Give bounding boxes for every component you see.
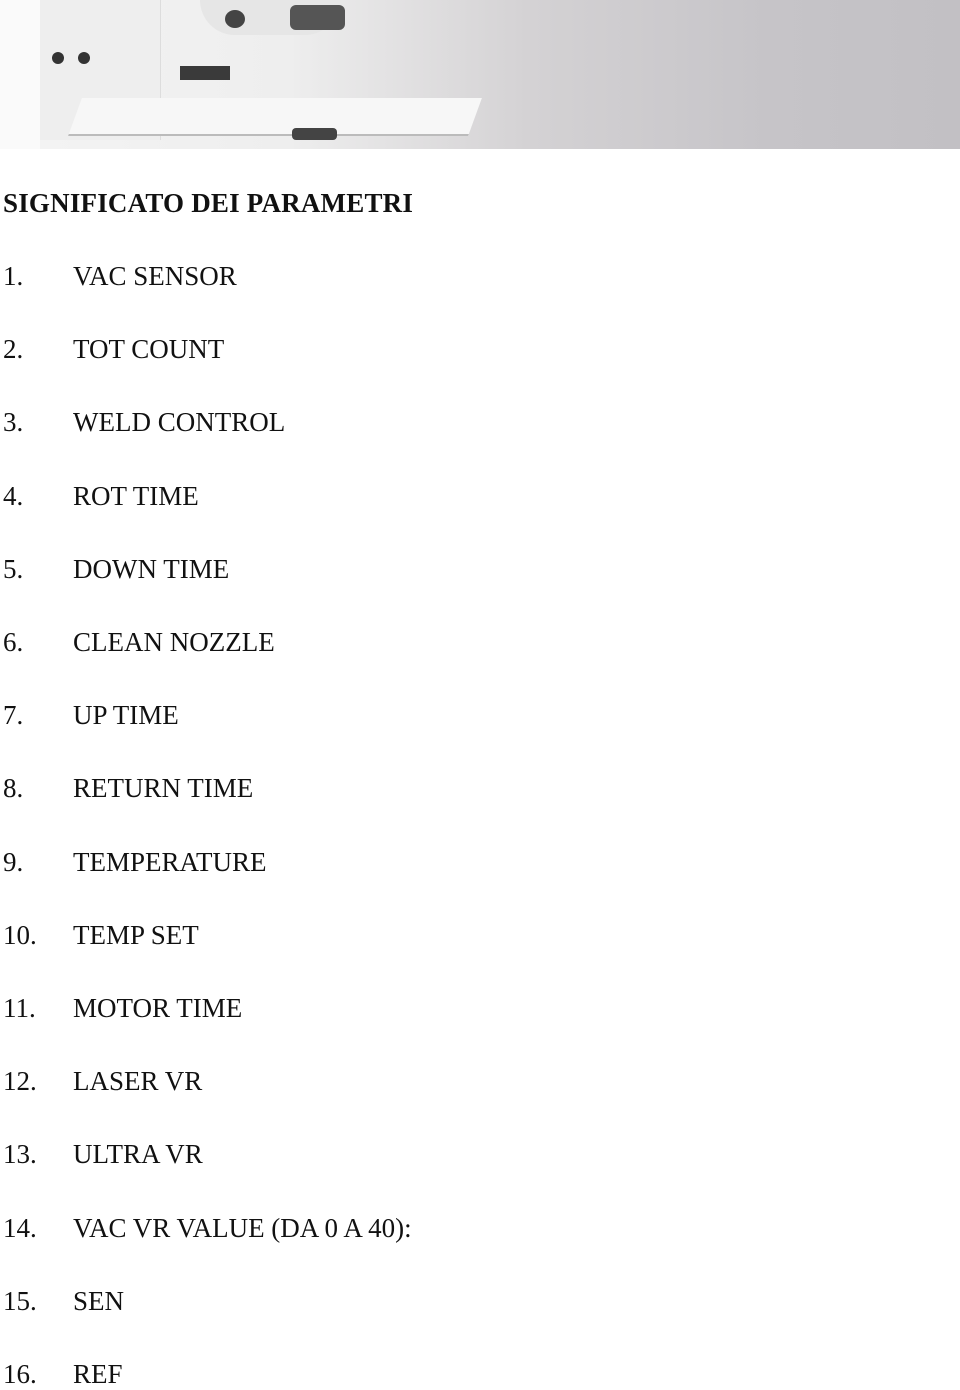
item-label: TEMPERATURE — [73, 846, 267, 877]
item-number: 15. — [3, 1285, 37, 1316]
item-label: WELD CONTROL — [73, 407, 286, 438]
item-label: VAC VR VALUE (DA 0 A 40): — [73, 1212, 412, 1243]
machine-part-image — [225, 10, 245, 28]
list-item: 8. RETURN TIME — [3, 773, 253, 804]
item-number: 3. — [3, 407, 24, 438]
item-number: 7. — [3, 700, 24, 731]
list-item: 12. LASER VR — [3, 1066, 202, 1097]
list-item: 15. SEN — [3, 1286, 124, 1317]
table-foot-image — [292, 128, 337, 140]
item-number: 2. — [3, 334, 24, 365]
item-label: SEN — [73, 1285, 125, 1316]
list-item: 14. VAC VR VALUE (DA 0 A 40): — [3, 1213, 412, 1244]
item-number: 1. — [3, 261, 24, 291]
item-label: CLEAN NOZZLE — [73, 627, 275, 657]
item-number: 8. — [3, 773, 24, 804]
item-label: TEMP SET — [73, 919, 199, 950]
page-title: SIGNIFICATO DEI PARAMETRI — [3, 188, 414, 218]
item-number: 16. — [3, 1359, 37, 1389]
panel-knob-icon — [78, 52, 90, 64]
item-number: 6. — [3, 627, 24, 657]
list-item: 1. VAC SENSOR — [3, 261, 237, 292]
list-item: 3. WELD CONTROL — [3, 407, 285, 438]
list-item: 6. CLEAN NOZZLE — [3, 627, 275, 658]
item-number: 5. — [3, 553, 24, 584]
list-item: 4. ROT TIME — [3, 481, 199, 512]
item-number: 9. — [3, 846, 24, 877]
item-label: REF — [73, 1359, 123, 1389]
list-item: 2. TOT COUNT — [3, 334, 224, 365]
list-item: 16. REF — [3, 1359, 123, 1390]
work-table-image — [68, 98, 482, 136]
list-item: 7. UP TIME — [3, 700, 179, 731]
sensor-block-image — [180, 66, 230, 80]
item-label: UP TIME — [73, 700, 179, 731]
item-number: 4. — [3, 480, 24, 511]
item-label: ULTRA VR — [73, 1139, 203, 1170]
item-number: 14. — [3, 1212, 37, 1243]
panel-knob-icon — [52, 52, 64, 64]
item-label: RETURN TIME — [73, 773, 254, 804]
list-item: 13. ULTRA VR — [3, 1139, 203, 1170]
item-label: ROT TIME — [73, 480, 199, 511]
item-label: VAC SENSOR — [73, 261, 237, 291]
list-item: 9. TEMPERATURE — [3, 847, 267, 878]
banner-margin — [0, 0, 40, 149]
item-number: 10. — [3, 919, 37, 950]
item-label: TOT COUNT — [73, 334, 225, 365]
item-number: 12. — [3, 1066, 37, 1097]
item-label: DOWN TIME — [73, 553, 230, 584]
machine-photo-banner — [0, 0, 960, 149]
list-item: 10. TEMP SET — [3, 920, 199, 951]
item-number: 13. — [3, 1139, 37, 1170]
item-number: 11. — [3, 993, 36, 1023]
nozzle-assembly-image — [290, 5, 345, 30]
item-label: MOTOR TIME — [73, 993, 243, 1023]
list-item: 5. DOWN TIME — [3, 554, 229, 585]
item-label: LASER VR — [73, 1066, 203, 1097]
list-item: 11. MOTOR TIME — [3, 993, 242, 1024]
